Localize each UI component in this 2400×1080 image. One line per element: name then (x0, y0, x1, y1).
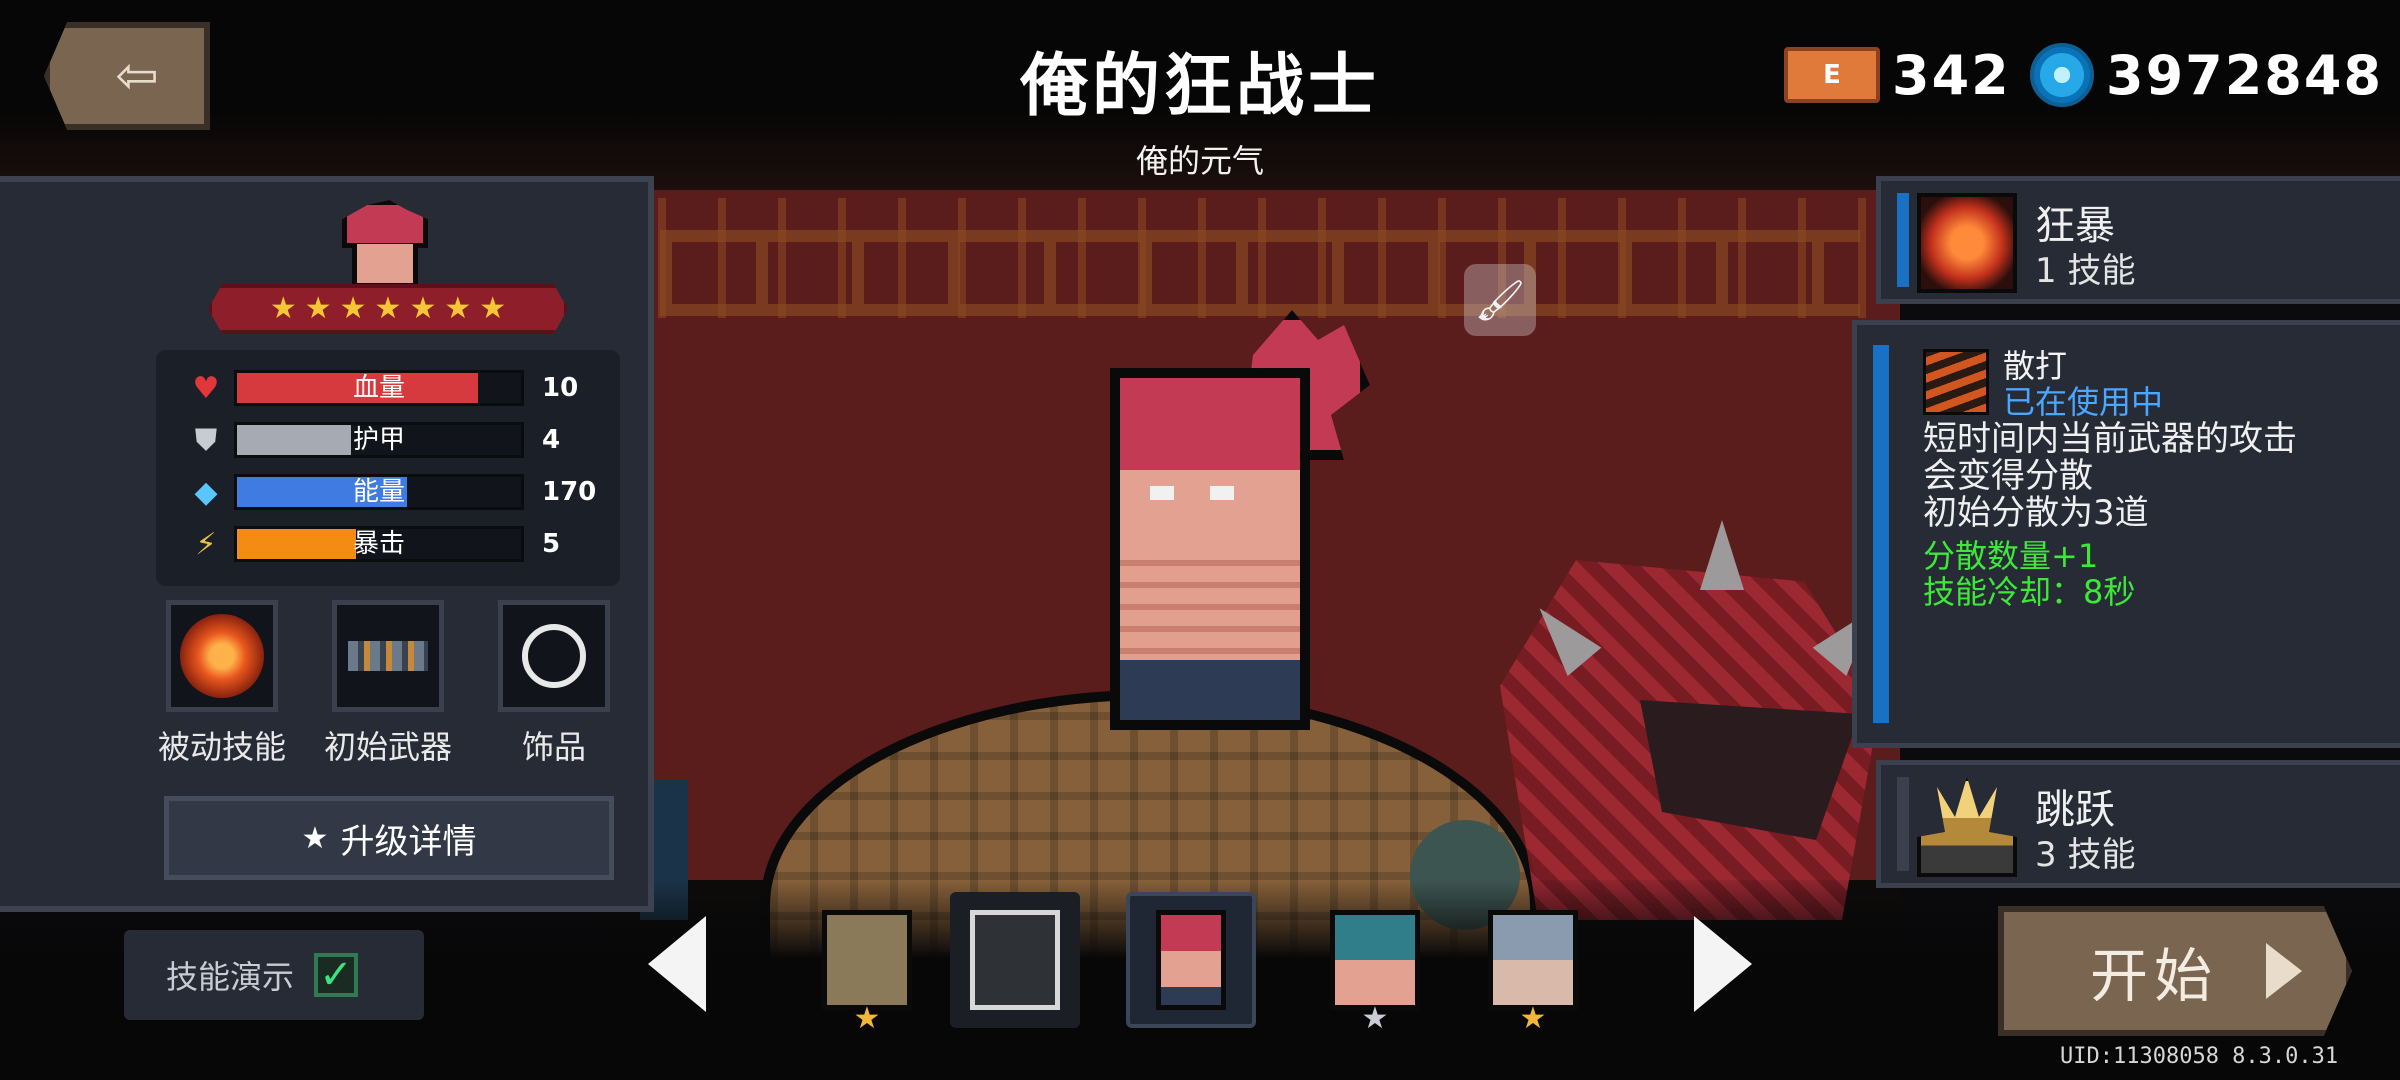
scatter-shot-icon (1923, 349, 1989, 415)
energy-card-icon: E (1784, 47, 1880, 103)
crit-bar: 暴击 (234, 526, 524, 562)
accessory-label: 饰品 (521, 728, 586, 766)
card-count: 342 (1892, 43, 2011, 107)
upgrade-details-button[interactable]: ★ 升级详情 (164, 796, 614, 880)
previous-character-arrow[interactable] (648, 916, 706, 1012)
stat-row-hp: ♥ 血量 10 (186, 368, 606, 408)
skill-demo-toggle[interactable]: 技能演示 ✓ (124, 930, 424, 1020)
armor-value: 4 (542, 425, 561, 455)
hero-portrait (342, 200, 428, 290)
crit-icon: ⚡ (195, 526, 217, 562)
passive-skill-icon (180, 614, 264, 698)
gem-currency: 3972848 (2030, 40, 2383, 110)
start-button[interactable]: 开始 (1998, 906, 2352, 1036)
stat-row-crit: ⚡ 暴击 5 (186, 524, 606, 564)
start-label: 开始 (2090, 942, 2219, 1010)
stat-row-armor: ⛊ 护甲 4 (186, 420, 606, 460)
character-slot-hooded-assassin[interactable]: ★ (1468, 892, 1598, 1036)
skill-effect-cooldown: 技能冷却：8秒 (1923, 573, 2136, 611)
skill-card-jump[interactable]: 跳跃 3 技能 (1876, 760, 2400, 888)
rating-star-icon: ★ (479, 291, 507, 326)
stat-row-energy: ◆ 能量 170 (186, 472, 606, 512)
blue-warrior-icon (1330, 910, 1420, 1010)
skill-description-line: 会变得分散 (1923, 456, 2093, 496)
crit-value: 5 (542, 529, 561, 559)
upgrade-details-label: 升级详情 (340, 821, 477, 862)
star-icon: ★ (301, 820, 329, 856)
uid-version: UID:11308058 8.3.0.31 (2060, 1044, 2339, 1069)
starting-weapon-slot[interactable] (332, 600, 444, 712)
gem-icon (2030, 43, 2094, 107)
portrait-hair (342, 200, 428, 248)
gold-star-icon: ★ (853, 1001, 881, 1036)
rating-star-icon: ★ (374, 291, 402, 326)
armor-bar: 护甲 (234, 422, 524, 458)
gold-star-icon: ★ (1519, 1001, 1547, 1036)
rating-star-icon: ★ (444, 291, 472, 326)
jump-spike-icon (1917, 777, 2017, 877)
silver-star-icon: ★ (1361, 1001, 1389, 1036)
heart-icon: ♥ (192, 370, 220, 406)
skill-selected-bar (1897, 193, 1909, 287)
berserker-sprite (1090, 310, 1390, 730)
accessory-slot[interactable] (498, 600, 610, 712)
character-slot-blue-warrior[interactable]: ★ (1310, 892, 1440, 1036)
hero-eye (1210, 486, 1234, 500)
skill-demo-label: 技能演示 (166, 958, 295, 996)
gem-count: 3972848 (2106, 43, 2384, 107)
rating-star-icon: ★ (409, 291, 437, 326)
shield-icon: ⛊ (194, 422, 218, 458)
skill-level-jump: 3 技能 (2035, 835, 2136, 875)
starting-weapon-label: 初始武器 (323, 728, 452, 766)
skill-card-rage[interactable]: 狂暴 1 技能 (1876, 176, 2400, 304)
checkbox-checked-icon[interactable]: ✓ (314, 952, 359, 998)
card-currency: E 342 (1784, 40, 2011, 110)
skill-in-use-status: 已在使用中 (2003, 383, 2164, 421)
energy-bar: 能量 (234, 474, 524, 510)
portrait-face (352, 244, 418, 288)
passive-skill-label: 被动技能 (157, 728, 286, 766)
skill-level-rage: 1 技能 (2035, 251, 2136, 291)
dark-weapon-icon (970, 910, 1060, 1010)
energy-value: 170 (542, 477, 597, 507)
golden-knight-icon (822, 910, 912, 1010)
rating-star-icon: ★ (339, 291, 367, 326)
rating-star-icon: ★ (304, 291, 332, 326)
armor-label: 护甲 (352, 425, 405, 455)
character-slot-golden-knight[interactable]: ★ (802, 892, 932, 1036)
rating-star-icon: ★ (269, 291, 297, 326)
play-arrow-icon (2266, 943, 2303, 999)
hp-label: 血量 (352, 373, 405, 403)
star-rating: ★ ★ ★ ★ ★ ★ ★ (208, 284, 568, 334)
meander-pattern (660, 230, 1860, 316)
skill-detail-card: 散打 已在使用中 短时间内当前武器的攻击 会变得分散 初始分散为3道 分散数量+… (1852, 320, 2400, 748)
hero-legs (1110, 660, 1310, 730)
rage-fist-icon (1917, 193, 2017, 293)
passive-skill-slot[interactable] (166, 600, 278, 712)
hooded-assassin-icon (1488, 910, 1578, 1010)
stats-box: ♥ 血量 10 ⛊ 护甲 4 ◆ 能量 170 ⚡ 暴击 5 (156, 350, 620, 586)
hp-value: 10 (542, 373, 579, 403)
character-slot-dark-weapon[interactable] (950, 892, 1080, 1028)
hero-body (1110, 560, 1310, 670)
skill-detail-bar (1873, 345, 1889, 723)
skill-description-line: 短时间内当前武器的攻击 (1923, 419, 2297, 459)
skill-description: 短时间内当前武器的攻击 会变得分散 初始分散为3道 (1923, 421, 2383, 532)
berserker-icon (1156, 910, 1226, 1010)
paint-roller-icon[interactable]: 🖌 (1464, 264, 1536, 336)
starting-weapon-icon (348, 641, 428, 671)
hero-eye (1150, 486, 1174, 500)
crit-label: 暴击 (352, 529, 405, 559)
skill-description-line: 初始分散为3道 (1923, 493, 2149, 533)
skill-unselected-bar (1897, 777, 1909, 871)
hero-hair (1110, 368, 1310, 478)
energy-label: 能量 (352, 477, 405, 507)
next-character-arrow[interactable] (1694, 916, 1752, 1012)
beast-spike (1700, 520, 1744, 590)
diamond-icon: ◆ (194, 474, 218, 510)
hp-bar: 血量 (234, 370, 524, 406)
character-slot-berserker[interactable] (1126, 892, 1256, 1028)
accessory-icon (522, 624, 586, 688)
